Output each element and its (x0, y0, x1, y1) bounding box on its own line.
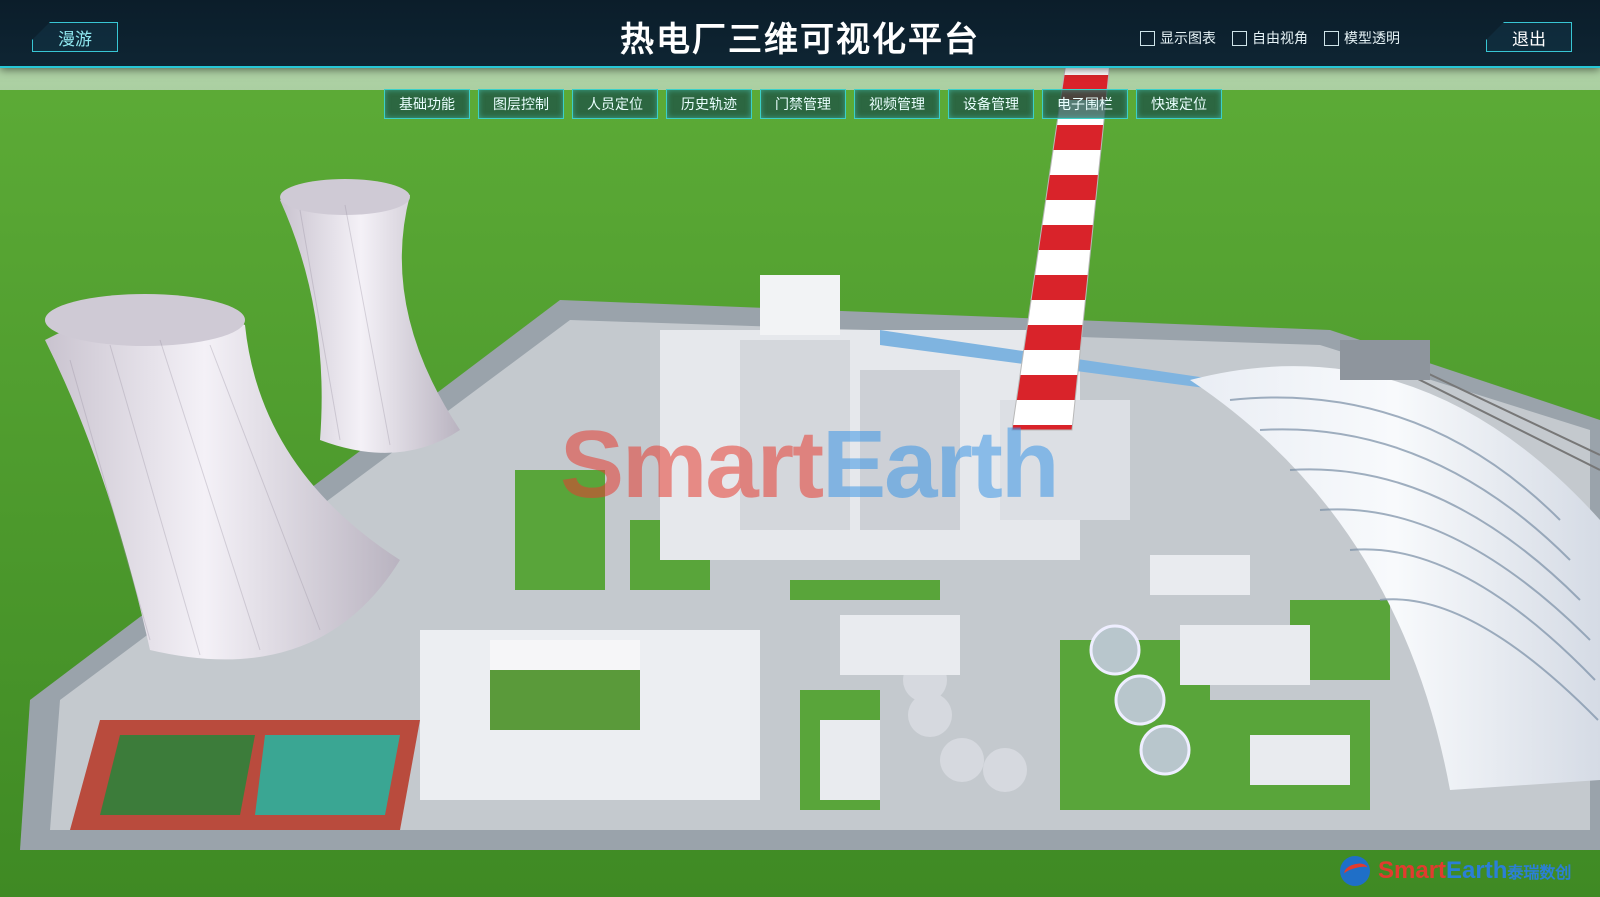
free-view-label: 自由视角 (1252, 31, 1308, 47)
watermark-part1: Smart (560, 411, 824, 518)
show-chart-checkbox[interactable]: 显示图表 (1140, 28, 1216, 48)
watermark-part2: Earth (822, 411, 1059, 518)
show-chart-label: 显示图表 (1160, 31, 1216, 47)
logo-suffix: 泰瑞数创 (1507, 865, 1572, 882)
function-menu: 基础功能 图层控制 人员定位 历史轨迹 门禁管理 视频管理 设备管理 电子围栏 … (384, 89, 1222, 119)
smartearth-logo: SmartEarth泰瑞数创 (1340, 856, 1571, 886)
menu-history-track[interactable]: 历史轨迹 (666, 89, 752, 119)
checkbox-box[interactable] (1232, 30, 1247, 46)
menu-layer-control[interactable]: 图层控制 (478, 89, 564, 119)
view-options: 显示图表 自由视角 模型透明 (1140, 28, 1400, 48)
menu-video-management[interactable]: 视频管理 (854, 89, 940, 119)
model-transparent-checkbox[interactable]: 模型透明 (1324, 28, 1400, 48)
logo-part2: Earth (1446, 857, 1508, 884)
model-transparent-label: 模型透明 (1344, 31, 1400, 47)
menu-basic-functions[interactable]: 基础功能 (384, 89, 470, 119)
menu-access-control[interactable]: 门禁管理 (760, 89, 846, 119)
logo-globe-icon (1340, 856, 1370, 886)
free-view-checkbox[interactable]: 自由视角 (1232, 28, 1308, 48)
top-header-bar: 漫游 热电厂三维可视化平台 显示图表 自由视角 模型透明 退出 (0, 0, 1600, 68)
menu-equipment-management[interactable]: 设备管理 (948, 89, 1034, 119)
checkbox-box[interactable] (1140, 30, 1155, 46)
checkbox-box[interactable] (1324, 30, 1339, 46)
menu-quick-locate[interactable]: 快速定位 (1136, 89, 1222, 119)
menu-personnel-positioning[interactable]: 人员定位 (572, 89, 658, 119)
logo-part1: Smart (1378, 857, 1447, 884)
smartearth-watermark: SmartEarth (560, 410, 1060, 520)
menu-electronic-fence[interactable]: 电子围栏 (1042, 89, 1128, 119)
exit-button-label: 退出 (1512, 29, 1546, 50)
